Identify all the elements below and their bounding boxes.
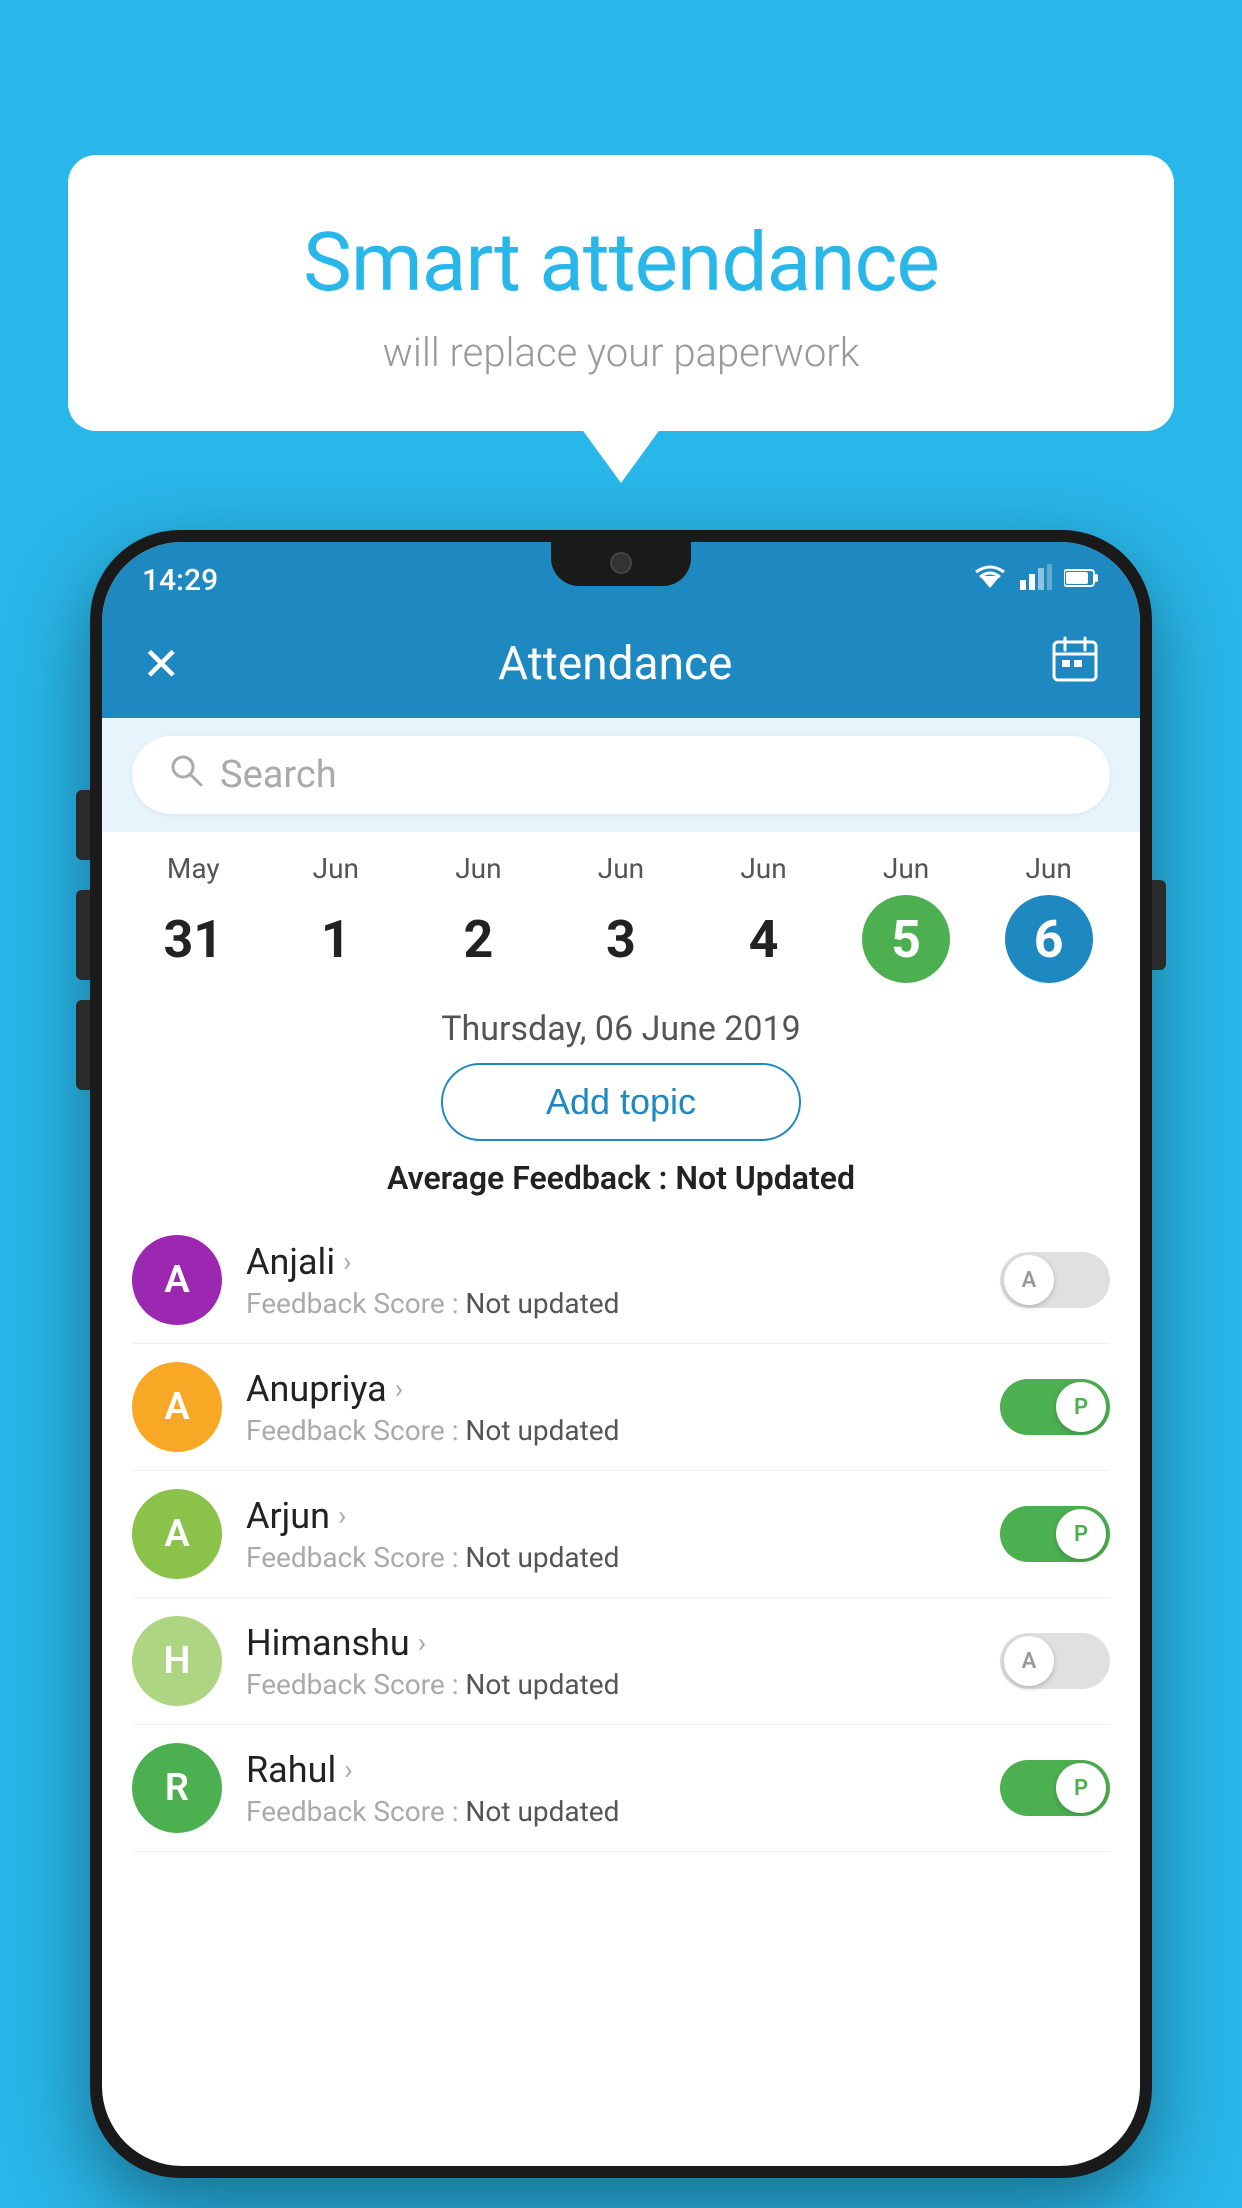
selected-date: Thursday, 06 June 2019 [102, 991, 1140, 1063]
feedback-score: Feedback Score : Not updated [246, 1668, 976, 1701]
student-item[interactable]: A Anupriya › Feedback Score : Not updated P [132, 1344, 1110, 1471]
student-item[interactable]: H Himanshu › Feedback Score : Not updated A [132, 1598, 1110, 1725]
cal-month: Jun [883, 852, 929, 885]
calendar-button[interactable] [1050, 634, 1100, 694]
cal-month: Jun [455, 852, 501, 885]
wifi-icon [972, 564, 1008, 597]
app-header: ✕ Attendance [102, 610, 1140, 718]
chevron-icon: › [338, 1499, 346, 1532]
feedback-score: Feedback Score : Not updated [246, 1541, 976, 1574]
close-button[interactable]: ✕ [142, 637, 181, 692]
student-info: Arjun › Feedback Score : Not updated [246, 1495, 976, 1574]
cal-num: 1 [292, 895, 380, 983]
calendar-day[interactable]: Jun 1 [271, 852, 401, 983]
student-item[interactable]: R Rahul › Feedback Score : Not updated P [132, 1725, 1110, 1852]
score-value: Not updated [465, 1668, 619, 1701]
chevron-icon: › [418, 1626, 426, 1659]
student-name: Arjun › [246, 1495, 976, 1537]
avatar: A [132, 1362, 222, 1452]
power-button [1152, 880, 1166, 970]
chevron-icon: › [343, 1245, 351, 1278]
student-name: Anupriya › [246, 1368, 976, 1410]
status-time: 14:29 [142, 563, 218, 598]
toggle-knob: A [1004, 1636, 1054, 1686]
battery-icon [1064, 565, 1100, 595]
calendar-day[interactable]: May 31 [128, 852, 258, 983]
header-title: Attendance [498, 637, 732, 691]
notch [551, 542, 691, 586]
attendance-toggle[interactable]: P [1000, 1760, 1110, 1816]
signal-icon [1020, 564, 1052, 597]
feedback-score: Feedback Score : Not updated [246, 1795, 976, 1828]
avatar: A [132, 1235, 222, 1325]
cal-num: 6 [1005, 895, 1093, 983]
calendar-day[interactable]: Jun 5 [841, 852, 971, 983]
calendar-day[interactable]: Jun 4 [699, 852, 829, 983]
student-list: AAnjali ›Feedback Score : Not updatedAAA… [102, 1217, 1140, 1852]
phone-screen: 14:29 [102, 542, 1140, 2166]
cal-num: 2 [434, 895, 522, 983]
student-item[interactable]: A Anjali › Feedback Score : Not updated A [132, 1217, 1110, 1344]
search-bar[interactable]: Search [132, 736, 1110, 814]
score-value: Not updated [465, 1287, 619, 1320]
cal-month: Jun [313, 852, 359, 885]
student-name: Rahul › [246, 1749, 976, 1791]
student-info: Anjali › Feedback Score : Not updated [246, 1241, 976, 1320]
avatar: H [132, 1616, 222, 1706]
student-info: Himanshu › Feedback Score : Not updated [246, 1622, 976, 1701]
cal-month: Jun [1025, 852, 1071, 885]
feedback-score: Feedback Score : Not updated [246, 1287, 976, 1320]
student-info: Rahul › Feedback Score : Not updated [246, 1749, 976, 1828]
feedback-value: Not Updated [675, 1159, 855, 1197]
student-name: Himanshu › [246, 1622, 976, 1664]
student-item[interactable]: A Arjun › Feedback Score : Not updated P [132, 1471, 1110, 1598]
feedback-label: Average Feedback : [387, 1159, 675, 1197]
avatar: A [132, 1489, 222, 1579]
cal-num: 5 [862, 895, 950, 983]
avatar: R [132, 1743, 222, 1833]
speech-bubble: Smart attendance will replace your paper… [68, 155, 1174, 431]
score-value: Not updated [465, 1541, 619, 1574]
score-value: Not updated [465, 1414, 619, 1447]
student-info: Anupriya › Feedback Score : Not updated [246, 1368, 976, 1447]
cal-num: 31 [149, 895, 237, 983]
search-icon [168, 752, 204, 798]
bubble-subtitle: will replace your paperwork [118, 329, 1124, 376]
volume-silent-button [76, 790, 90, 860]
cal-month: Jun [598, 852, 644, 885]
toggle-knob: A [1004, 1255, 1054, 1305]
attendance-toggle[interactable]: A [1000, 1633, 1110, 1689]
cal-month: May [167, 852, 220, 885]
front-camera [610, 552, 632, 574]
toggle-knob: P [1056, 1509, 1106, 1559]
attendance-toggle[interactable]: P [1000, 1506, 1110, 1562]
bubble-title: Smart attendance [118, 215, 1124, 311]
calendar-day[interactable]: Jun 3 [556, 852, 686, 983]
chevron-icon: › [395, 1372, 403, 1405]
status-icons [972, 564, 1100, 597]
attendance-toggle[interactable]: A [1000, 1252, 1110, 1308]
cal-num: 4 [720, 895, 808, 983]
attendance-toggle[interactable]: P [1000, 1379, 1110, 1435]
volume-down-button [76, 1000, 90, 1090]
student-name: Anjali › [246, 1241, 976, 1283]
phone-frame: 14:29 [90, 530, 1152, 2178]
calendar-day[interactable]: Jun 6 [984, 852, 1114, 983]
search-container: Search [102, 718, 1140, 832]
cal-num: 3 [577, 895, 665, 983]
score-value: Not updated [465, 1795, 619, 1828]
search-placeholder: Search [220, 753, 337, 797]
calendar-strip: May 31 Jun 1 Jun 2 Jun 3 Jun 4 Jun 5 Jun 6 [102, 832, 1140, 991]
volume-up-button [76, 890, 90, 980]
calendar-day[interactable]: Jun 2 [413, 852, 543, 983]
toggle-knob: P [1056, 1763, 1106, 1813]
feedback-score: Feedback Score : Not updated [246, 1414, 976, 1447]
chevron-icon: › [344, 1753, 352, 1786]
average-feedback: Average Feedback : Not Updated [102, 1159, 1140, 1197]
add-topic-button[interactable]: Add topic [441, 1063, 801, 1141]
cal-month: Jun [740, 852, 786, 885]
toggle-knob: P [1056, 1382, 1106, 1432]
